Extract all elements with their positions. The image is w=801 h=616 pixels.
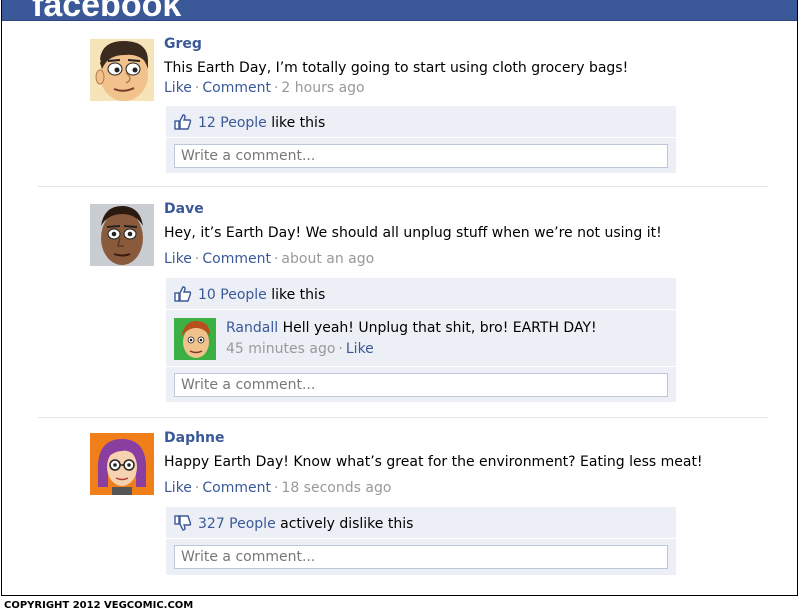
facebook-logo[interactable]: facebook [32, 0, 181, 20]
comment-item: Randall Hell yeah! Unplug that shit, bro… [226, 320, 597, 336]
thumbs-up-icon [174, 286, 192, 306]
comment-timestamp[interactable]: 45 minutes ago [226, 341, 335, 357]
feedback-box: 10 People like this Randall Hell yeah! U… [166, 278, 676, 402]
comment-like-link[interactable]: Like [346, 341, 374, 357]
comment-text: Hell yeah! Unplug that shit, bro! EARTH … [282, 320, 597, 336]
post-actions: Like · Comment · about an ago [164, 251, 375, 267]
avatar-dave[interactable] [90, 204, 154, 266]
comment-input[interactable]: Write a comment... [174, 144, 668, 168]
reaction-count[interactable]: 12 People [198, 115, 267, 131]
comment-input[interactable]: Write a comment... [174, 545, 668, 569]
copyright-notice: COPYRIGHT 2012 VEGCOMIC.COM [4, 600, 194, 611]
post-text: Happy Earth Day! Know what’s great for t… [164, 454, 703, 470]
post-timestamp[interactable]: 18 seconds ago [281, 480, 391, 496]
post-divider [38, 186, 768, 187]
like-link[interactable]: Like [164, 480, 192, 496]
feedback-box: 12 People like this Write a comment... [166, 106, 676, 173]
reaction-text: like this [271, 287, 326, 303]
reaction-count[interactable]: 327 People [198, 516, 276, 532]
comment-meta: 45 minutes ago · Like [226, 341, 374, 357]
post-actions: Like · Comment · 2 hours ago [164, 80, 365, 96]
post-text: Hey, it’s Earth Day! We should all unplu… [164, 225, 662, 241]
thumbs-down-icon [174, 515, 192, 535]
comment-link[interactable]: Comment [202, 251, 271, 267]
comment-author[interactable]: Randall [226, 320, 278, 336]
feedback-box: 327 People actively dislike this Write a… [166, 507, 676, 575]
post-text: This Earth Day, I’m totally going to sta… [164, 60, 629, 76]
post-timestamp[interactable]: about an ago [281, 251, 374, 267]
like-link[interactable]: Like [164, 80, 192, 96]
comic-frame: facebook Greg This Earth Day, I’m totall… [1, 0, 798, 596]
post-timestamp[interactable]: 2 hours ago [281, 80, 364, 96]
post-divider [38, 417, 768, 418]
post-actions: Like · Comment · 18 seconds ago [164, 480, 392, 496]
reaction-count[interactable]: 10 People [198, 287, 267, 303]
comment-link[interactable]: Comment [202, 80, 271, 96]
post-author[interactable]: Greg [164, 36, 202, 52]
like-link[interactable]: Like [164, 251, 192, 267]
avatar-daphne[interactable] [90, 433, 154, 495]
thumbs-up-icon [174, 114, 192, 134]
reaction-summary: 10 People like this [174, 286, 325, 306]
comment-input[interactable]: Write a comment... [174, 373, 668, 397]
reaction-summary: 327 People actively dislike this [174, 515, 413, 535]
comment-link[interactable]: Comment [202, 480, 271, 496]
reaction-summary: 12 People like this [174, 114, 325, 134]
reaction-text: like this [271, 115, 326, 131]
post-author[interactable]: Daphne [164, 430, 225, 446]
top-bar: facebook [2, 0, 797, 21]
post-author[interactable]: Dave [164, 201, 204, 217]
avatar-randall[interactable] [174, 318, 216, 360]
reaction-text: actively dislike this [280, 516, 414, 532]
avatar-greg[interactable] [90, 39, 154, 101]
